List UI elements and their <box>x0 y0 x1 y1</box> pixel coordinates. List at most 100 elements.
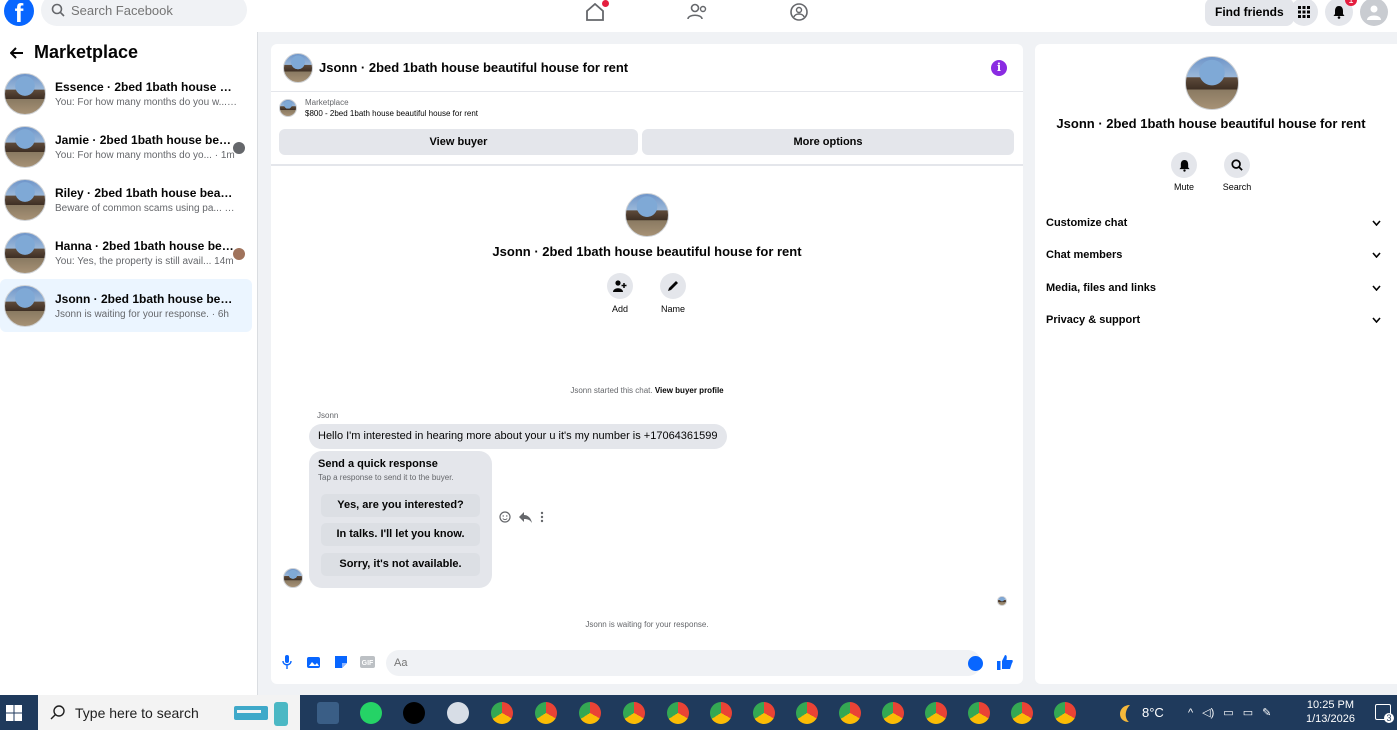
chrome-app-icon[interactable] <box>882 702 904 724</box>
taskbar-search[interactable]: Type here to search <box>38 695 300 730</box>
gif-icon[interactable]: GIF <box>359 654 375 670</box>
facebook-logo[interactable]: f <box>4 0 34 26</box>
incoming-message[interactable]: Hello I'm interested in hearing more abo… <box>309 424 727 449</box>
notification-center-icon[interactable]: 3 <box>1375 704 1394 723</box>
sender-avatar <box>283 568 303 588</box>
facebook-logo-letter: f <box>14 0 24 26</box>
mute-action[interactable]: Mute <box>1164 152 1204 192</box>
conversation-item-essence[interactable]: Essence · 2bed 1bath house beauti... You:… <box>0 67 252 120</box>
home-icon[interactable] <box>583 0 609 22</box>
conversation-preview: You: Yes, the property is still avail...… <box>55 255 234 267</box>
pen-icon[interactable]: ✎ <box>1262 706 1271 719</box>
bell-icon <box>1178 159 1190 172</box>
info-icon[interactable]: i <box>991 60 1007 76</box>
chrome-app-icon[interactable] <box>839 702 861 724</box>
add-action[interactable]: Add <box>600 273 640 314</box>
chat-title[interactable]: Jsonn · 2bed 1bath house beautiful house… <box>319 60 628 75</box>
quick-response-subtitle: Tap a response to send it to the buyer. <box>318 473 454 482</box>
chrome-app-icon[interactable] <box>1011 702 1033 724</box>
app-icon[interactable] <box>447 702 469 724</box>
customize-chat-section[interactable]: Customize chat <box>1046 211 1381 235</box>
thumbs-up-icon[interactable] <box>997 654 1013 670</box>
groups-icon[interactable] <box>787 2 811 22</box>
chat-header: Jsonn · 2bed 1bath house beautiful house… <box>271 44 1023 92</box>
chevron-up-icon[interactable]: ^ <box>1188 707 1193 719</box>
profile-avatar[interactable] <box>1360 0 1388 26</box>
react-emoji-icon[interactable] <box>499 511 511 523</box>
more-options-button[interactable]: More options <box>642 129 1014 155</box>
weather-widget[interactable]: 8°C <box>1116 695 1164 730</box>
chrome-app-icon[interactable] <box>535 702 557 724</box>
conversation-item-jamie[interactable]: Jamie · 2bed 1bath house beauti... You: F… <box>0 120 252 173</box>
chat-window: Jsonn · 2bed 1bath house beautiful house… <box>271 44 1023 684</box>
conversation-preview: You: For how many months do yo... · 1m <box>55 149 235 161</box>
sidebar-title: Marketplace <box>34 42 139 62</box>
photo-icon[interactable] <box>306 654 322 670</box>
more-vertical-icon[interactable] <box>540 511 544 523</box>
search-icon <box>1231 159 1243 171</box>
quick-response-button[interactable]: Sorry, it's not available. <box>321 553 480 576</box>
add-label: Add <box>611 304 628 314</box>
search-action[interactable]: Search <box>1217 152 1257 192</box>
chrome-app-icon[interactable] <box>968 702 990 724</box>
view-buyer-button[interactable]: View buyer <box>279 129 638 155</box>
upwork-app-icon[interactable] <box>403 702 425 724</box>
view-buyer-profile-link[interactable]: View buyer profile <box>655 386 724 395</box>
conversation-item-hanna[interactable]: Hanna · 2bed 1bath house beaut... You: Ye… <box>0 226 252 279</box>
chrome-app-icon[interactable] <box>796 702 818 724</box>
menu-grid-icon[interactable] <box>1290 0 1318 26</box>
windows-start-icon[interactable] <box>6 705 22 721</box>
reply-icon[interactable] <box>519 511 532 523</box>
conversation-name: Jamie · 2bed 1bath house beauti... <box>55 132 237 147</box>
notifications-bell-icon[interactable]: 1 <box>1325 0 1357 26</box>
chrome-app-icon[interactable] <box>710 702 732 724</box>
quick-response-button[interactable]: In talks. I'll let you know. <box>321 523 480 546</box>
chrome-app-icon[interactable] <box>925 702 947 724</box>
whatsapp-app-icon[interactable] <box>360 702 382 724</box>
chat-header-avatar[interactable] <box>283 52 313 83</box>
calculator-app-icon[interactable] <box>317 702 339 724</box>
conversation-item-jsonn[interactable]: Jsonn · 2bed 1bath house beautifu... Json… <box>0 279 252 332</box>
back-arrow-icon[interactable] <box>10 46 24 59</box>
chevron-down-icon <box>1372 317 1381 323</box>
search-input[interactable] <box>71 2 231 18</box>
listing-thumbnail[interactable] <box>279 99 297 117</box>
quick-response-card: Send a quick response Tap a response to … <box>309 451 492 588</box>
microphone-icon[interactable] <box>279 654 295 670</box>
taskbar-clock[interactable]: 10:25 PM 1/13/2026 <box>1306 698 1355 726</box>
message-actions <box>499 511 544 523</box>
seen-receipt-avatar <box>997 596 1007 606</box>
listing-title[interactable]: $800 - 2bed 1bath house beautiful house … <box>305 109 478 118</box>
battery-icon[interactable]: ▭ <box>1223 706 1233 719</box>
quick-response-button[interactable]: Yes, are you interested? <box>321 494 480 517</box>
name-action[interactable]: Name <box>653 273 693 314</box>
chrome-app-icon[interactable] <box>753 702 775 724</box>
marketplace-listing-bar: Marketplace $800 - 2bed 1bath house beau… <box>271 92 1023 166</box>
chrome-app-icon[interactable] <box>667 702 689 724</box>
clock-time: 10:25 PM <box>1306 699 1355 711</box>
chevron-down-icon <box>1372 220 1381 226</box>
message-input[interactable] <box>386 650 981 676</box>
quick-response-title: Send a quick response <box>318 458 438 470</box>
friends-icon[interactable] <box>686 2 710 22</box>
details-avatar[interactable] <box>1185 56 1239 110</box>
media-files-links-section[interactable]: Media, files and links <box>1046 276 1381 300</box>
chat-members-section[interactable]: Chat members <box>1046 243 1381 267</box>
chrome-app-icon[interactable] <box>491 702 513 724</box>
taskbar-search-placeholder: Type here to search <box>75 704 199 721</box>
chrome-app-icon[interactable] <box>623 702 645 724</box>
search-facebook[interactable] <box>41 0 247 26</box>
conversation-item-riley[interactable]: Riley · 2bed 1bath house beautiful ... Be… <box>0 173 252 226</box>
conversation-avatar <box>4 231 46 274</box>
emoji-icon[interactable] <box>968 656 983 671</box>
speaker-icon[interactable]: ◁) <box>1202 706 1214 719</box>
sticker-icon[interactable] <box>333 654 349 670</box>
message-composer: GIF <box>271 647 1023 677</box>
chrome-app-icon[interactable] <box>1054 702 1076 724</box>
chrome-app-icon[interactable] <box>579 702 601 724</box>
section-label: Chat members <box>1046 249 1123 261</box>
chevron-down-icon <box>1372 285 1381 291</box>
privacy-support-section[interactable]: Privacy & support <box>1046 308 1381 332</box>
find-friends-button[interactable]: Find friends <box>1205 0 1294 26</box>
network-icon[interactable]: ▭ <box>1243 706 1253 719</box>
